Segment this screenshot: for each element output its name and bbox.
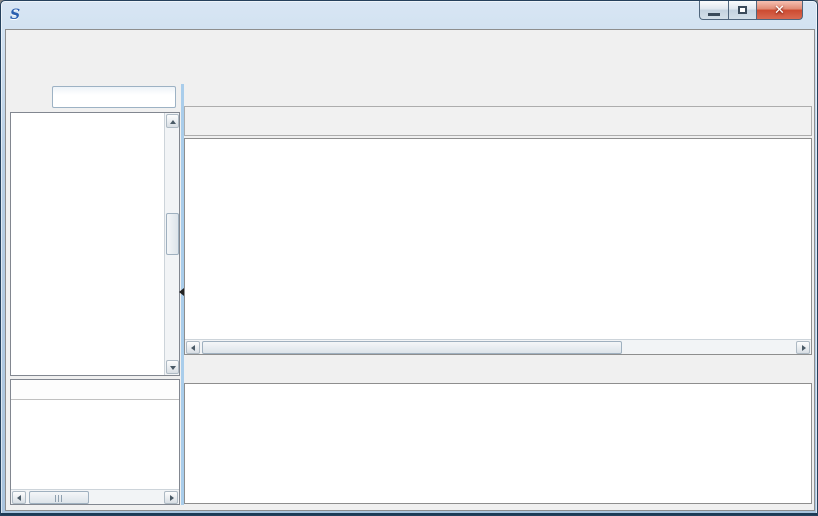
section-list-panel — [10, 379, 180, 505]
section-horizontal-scrollbar[interactable] — [11, 489, 179, 504]
titlebar[interactable]: S ✕ — [1, 1, 817, 29]
app-icon: S — [10, 7, 26, 23]
close-icon: ✕ — [774, 3, 785, 18]
content-area — [5, 29, 815, 511]
scroll-thumb[interactable] — [202, 341, 622, 354]
project-tree-panel — [10, 112, 180, 376]
project-tree — [11, 113, 164, 375]
tree-vertical-scrollbar[interactable] — [164, 113, 179, 375]
plan-progress-grid — [184, 138, 812, 355]
scroll-thumb[interactable] — [29, 491, 89, 504]
restore-button[interactable] — [729, 1, 757, 20]
scroll-left-button[interactable] — [12, 491, 26, 504]
app-window: S ✕ — [0, 0, 818, 516]
scroll-left-button[interactable] — [186, 341, 200, 354]
scroll-up-button[interactable] — [166, 114, 179, 128]
minimize-icon — [708, 13, 720, 16]
grid-horizontal-scrollbar[interactable] — [185, 339, 811, 354]
scroll-right-button[interactable] — [164, 491, 178, 504]
close-button[interactable]: ✕ — [757, 1, 803, 20]
scroll-right-button[interactable] — [796, 341, 810, 354]
restore-icon — [738, 6, 747, 14]
scroll-thumb[interactable] — [166, 213, 179, 255]
section-list-header — [11, 380, 179, 400]
log-record-grid — [184, 383, 812, 504]
scroll-down-button[interactable] — [166, 360, 179, 374]
minimize-button[interactable] — [699, 1, 729, 20]
company-input[interactable] — [52, 86, 176, 108]
toolbar — [184, 106, 812, 136]
